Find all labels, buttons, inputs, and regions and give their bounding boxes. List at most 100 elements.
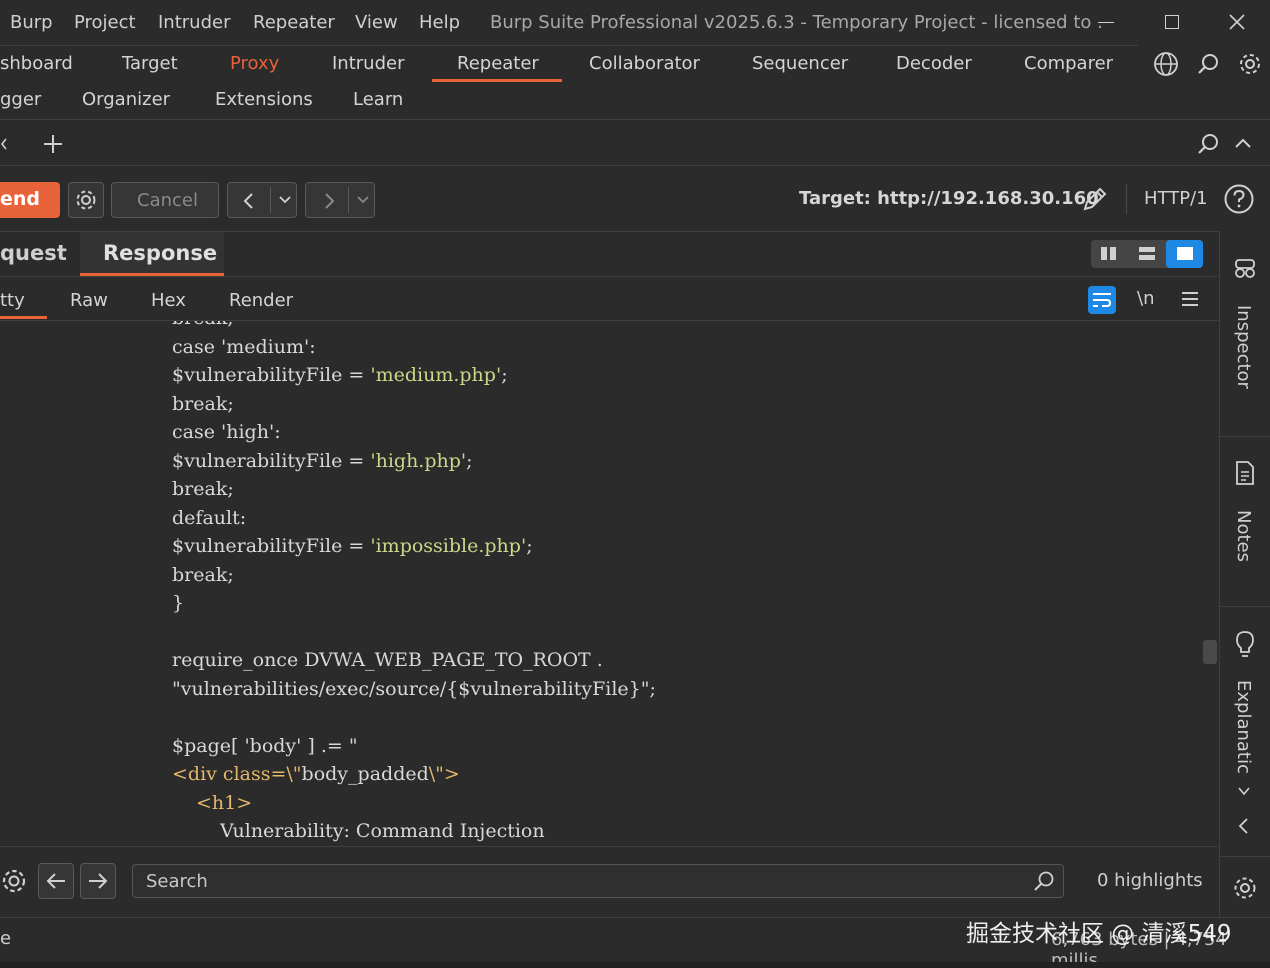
layout-stacked-icon[interactable] [1139, 247, 1155, 252]
response-tab-label: Response [103, 241, 218, 265]
add-tab-icon[interactable] [43, 134, 63, 154]
chevron-down-icon[interactable] [278, 195, 292, 205]
menu-project[interactable]: Project [74, 12, 136, 33]
code-line: case 'medium': [172, 336, 316, 358]
history-back-button[interactable] [227, 182, 297, 218]
status-left: e [0, 928, 12, 949]
layout-tabs-icon [1177, 247, 1193, 260]
edit-target-icon[interactable] [1080, 184, 1110, 214]
code-line: $vulnerabilityFile = 'medium.php'; [172, 364, 508, 386]
active-tab-underline [432, 79, 562, 82]
code-line: } [172, 592, 185, 614]
globe-icon[interactable] [1153, 51, 1179, 77]
search-tabs-icon[interactable] [1196, 132, 1220, 156]
tab-comparer[interactable]: Comparer [1024, 53, 1113, 74]
cancel-button[interactable]: Cancel [111, 182, 219, 218]
lightbulb-icon[interactable] [1234, 630, 1256, 660]
code-line: <h1> [196, 792, 253, 814]
menu-repeater[interactable]: Repeater [253, 12, 335, 33]
layout-side-by-side-icon[interactable] [1101, 247, 1107, 260]
tab-target[interactable]: Target [122, 53, 178, 74]
view-tab-pretty[interactable]: tty [0, 290, 25, 311]
code-line: <div class=\"body_padded\"> [172, 763, 460, 785]
chevron-up-icon[interactable] [1234, 137, 1252, 149]
close-icon[interactable] [1229, 14, 1245, 30]
chevron-down-icon[interactable] [356, 195, 370, 205]
tab-repeater[interactable]: Repeater [457, 53, 539, 74]
response-editor[interactable]: break; case 'medium': $vulnerabilityFile… [0, 321, 1218, 846]
code-line: break; [172, 564, 234, 586]
tab-logger[interactable]: gger [0, 89, 41, 110]
menu-help[interactable]: Help [419, 12, 460, 33]
tab-extensions[interactable]: Extensions [215, 89, 313, 110]
view-tab-hex[interactable]: Hex [151, 290, 186, 311]
tab-decoder[interactable]: Decoder [896, 53, 972, 74]
chevron-left-icon [243, 193, 253, 209]
search-settings-icon[interactable] [0, 866, 30, 896]
highlights-count: 0 highlights [1097, 870, 1203, 891]
minimize-icon[interactable] [1098, 22, 1114, 23]
tab-learn[interactable]: Learn [353, 89, 403, 110]
chevron-left-icon[interactable] [0, 137, 8, 151]
send-label: end [0, 188, 41, 210]
code-line: break; [172, 393, 234, 415]
tab-sequencer[interactable]: Sequencer [752, 53, 848, 74]
history-forward-button[interactable] [305, 182, 375, 218]
tab-intruder[interactable]: Intruder [332, 53, 404, 74]
menu-view[interactable]: View [355, 12, 398, 33]
menu-icon[interactable] [1181, 291, 1199, 307]
watermark: 掘金技术社区 @ 清溪549 [966, 921, 1232, 947]
search-icon[interactable] [1196, 52, 1220, 76]
search-next-button[interactable] [80, 863, 116, 899]
word-wrap-button[interactable] [1088, 286, 1116, 314]
arrow-left-icon [46, 873, 65, 889]
scrollbar-thumb[interactable] [1203, 640, 1217, 664]
sidebar-settings-icon[interactable] [1231, 874, 1259, 902]
response-tab[interactable]: Response [80, 232, 224, 276]
chevron-down-icon [1238, 787, 1250, 796]
menu-intruder[interactable]: Intruder [158, 12, 230, 33]
code-line: "vulnerabilities/exec/source/{$vulnerabi… [172, 678, 656, 700]
request-tab[interactable]: quest [0, 241, 67, 265]
tab-proxy[interactable]: Proxy [230, 53, 279, 74]
code-line: $vulnerabilityFile = 'impossible.php'; [172, 535, 533, 557]
search-icon [1034, 871, 1054, 891]
settings-button[interactable] [68, 182, 104, 218]
pretty-tab-underline [0, 316, 47, 319]
search-input[interactable]: Search [132, 864, 1064, 898]
cancel-label: Cancel [137, 190, 198, 211]
search-prev-button[interactable] [38, 863, 74, 899]
code-line: require_once DVWA_WEB_PAGE_TO_ROOT . [172, 649, 603, 671]
code-line: $page[ 'body' ] .= " [172, 735, 358, 757]
gear-icon [76, 190, 96, 210]
menu-burp[interactable]: Burp [10, 12, 53, 33]
code-line: break; [172, 478, 234, 500]
inspector-tab[interactable]: Inspector [1233, 305, 1254, 389]
tab-organizer[interactable]: Organizer [82, 89, 170, 110]
code-line: break; [172, 321, 234, 329]
gear-icon[interactable] [1237, 51, 1263, 77]
tab-collaborator[interactable]: Collaborator [589, 53, 700, 74]
code-line: $vulnerabilityFile = 'high.php'; [172, 450, 473, 472]
chevron-right-icon [325, 193, 335, 209]
arrow-right-icon [89, 873, 108, 889]
maximize-icon[interactable] [1165, 15, 1179, 29]
search-placeholder: Search [146, 871, 208, 892]
newline-toggle[interactable]: \n [1137, 288, 1154, 309]
target-label: Target: http://192.168.30.160 [799, 188, 1099, 209]
http-version[interactable]: HTTP/1 [1144, 188, 1208, 209]
window-title: Burp Suite Professional v2025.6.3 - Temp… [490, 12, 1103, 33]
view-tab-raw[interactable]: Raw [70, 290, 108, 311]
send-button[interactable]: end [0, 182, 60, 218]
notes-icon[interactable] [1234, 460, 1256, 486]
code-line: default: [172, 507, 247, 529]
inspector-icon[interactable] [1233, 258, 1257, 280]
view-tab-render[interactable]: Render [229, 290, 293, 311]
explanation-tab[interactable]: Explanatic [1233, 680, 1254, 774]
help-icon[interactable] [1223, 183, 1255, 215]
collapse-sidebar-icon[interactable] [1237, 816, 1251, 836]
wrap-icon [1093, 293, 1112, 307]
notes-tab[interactable]: Notes [1233, 510, 1254, 562]
tab-dashboard[interactable]: shboard [0, 53, 73, 74]
code-line: Vulnerability: Command Injection [220, 820, 545, 842]
